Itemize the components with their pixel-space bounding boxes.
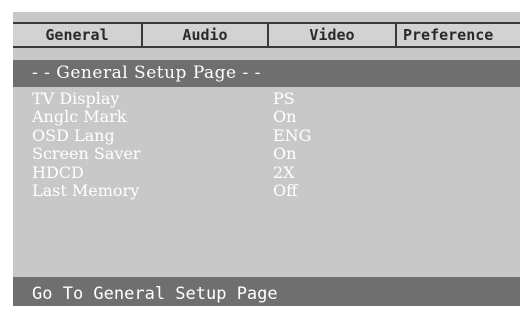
setting-name: TV Display bbox=[32, 89, 120, 108]
setting-row-osd-lang[interactable]: OSD Lang ENG bbox=[13, 125, 520, 145]
setting-value: PS bbox=[273, 89, 295, 108]
setting-value: 2X bbox=[273, 162, 295, 182]
setting-name: Last Memory bbox=[32, 180, 140, 200]
status-text: Go To General Setup Page bbox=[32, 284, 278, 304]
setting-name: Anglc Mark bbox=[32, 107, 127, 127]
setting-row-angle-mark[interactable]: Anglc Mark On bbox=[13, 108, 520, 126]
setting-row-last-memory[interactable]: Last Memory Off bbox=[13, 180, 520, 200]
tab-preference[interactable]: Preference bbox=[397, 24, 520, 46]
setting-value: Off bbox=[273, 180, 298, 200]
page-header-bar: - - General Setup Page - - bbox=[13, 60, 520, 87]
setting-value: On bbox=[273, 144, 297, 164]
tab-video[interactable]: Video bbox=[269, 24, 397, 46]
tab-audio[interactable]: Audio bbox=[143, 24, 269, 46]
setting-row-tv-display[interactable]: TV Display PS bbox=[13, 90, 520, 108]
tab-general[interactable]: General bbox=[13, 24, 143, 46]
settings-list: TV Display PS Anglc Mark On OSD Lang ENG… bbox=[13, 90, 520, 200]
setup-menu-panel: General Audio Video Preference - - Gener… bbox=[13, 12, 520, 306]
status-bar: Go To General Setup Page bbox=[13, 277, 520, 306]
setting-value: ENG bbox=[273, 125, 312, 145]
tab-bar: General Audio Video Preference bbox=[13, 22, 520, 48]
setting-name: OSD Lang bbox=[32, 125, 115, 145]
setting-row-screen-saver[interactable]: Screen Saver On bbox=[13, 145, 520, 163]
setting-name: HDCD bbox=[32, 162, 84, 182]
setting-value: On bbox=[273, 107, 297, 127]
setting-row-hdcd[interactable]: HDCD 2X bbox=[13, 162, 520, 182]
setting-name: Screen Saver bbox=[32, 144, 141, 164]
dvd-setup-screen: General Audio Video Preference - - Gener… bbox=[0, 0, 520, 306]
page-title: - - General Setup Page - - bbox=[32, 63, 261, 83]
